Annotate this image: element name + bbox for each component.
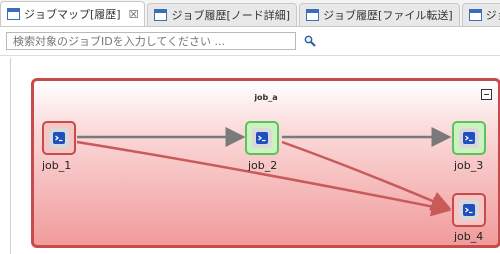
window-icon <box>306 9 320 21</box>
tab-job-history-other[interactable]: ジョブ履歴[同 <box>461 3 500 26</box>
search-icon[interactable] <box>304 35 316 47</box>
group-title: job_a <box>254 93 278 102</box>
job-map-canvas: job_a <box>10 58 500 254</box>
window-icon <box>7 8 20 20</box>
tab-label: ジョブマップ[履歴] <box>24 8 121 21</box>
terminal-icon <box>252 128 272 148</box>
tab-job-history-node-detail[interactable]: ジョブ履歴[ノード詳細] <box>147 3 298 26</box>
job-label: job_2 <box>248 159 278 172</box>
job-node-job-2[interactable] <box>245 121 279 155</box>
search-input[interactable] <box>6 32 296 50</box>
tab-job-history-file-transfer[interactable]: ジョブ履歴[ファイル転送] <box>299 3 460 26</box>
job-node-job-1[interactable] <box>42 121 76 155</box>
collapse-icon[interactable] <box>481 89 492 100</box>
terminal-icon <box>49 128 69 148</box>
tab-label: ジョブ履歴[同 <box>485 9 500 22</box>
job-label: job_3 <box>454 159 484 172</box>
window-icon <box>154 9 168 21</box>
tab-jobmap-history[interactable]: ジョブマップ[履歴] ☒ <box>0 1 146 26</box>
close-icon[interactable]: ☒ <box>129 8 139 21</box>
tab-label: ジョブ履歴[ファイル転送] <box>323 9 453 22</box>
terminal-icon <box>459 128 479 148</box>
window-icon <box>468 9 482 21</box>
terminal-icon <box>459 200 479 220</box>
tab-bar: ジョブマップ[履歴] ☒ ジョブ履歴[ノード詳細] ジョブ履歴[ファイル転送] … <box>0 0 500 27</box>
tab-label: ジョブ履歴[ノード詳細] <box>171 9 291 22</box>
search-bar <box>0 27 500 56</box>
job-node-job-3[interactable] <box>452 121 486 155</box>
job-node-job-4[interactable] <box>452 193 486 227</box>
job-label: job_1 <box>42 159 72 172</box>
job-label: job_4 <box>454 230 484 243</box>
